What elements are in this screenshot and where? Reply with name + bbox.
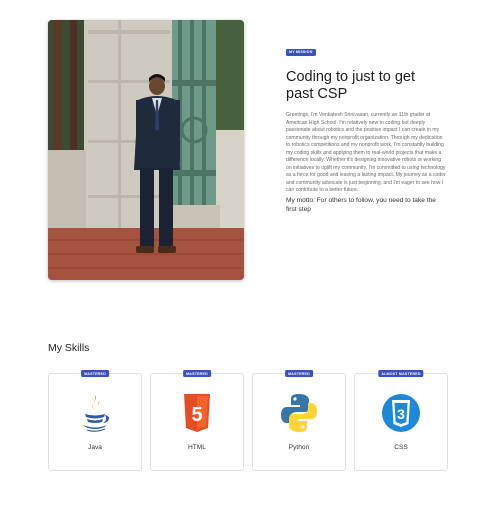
skill-name: Java — [88, 444, 102, 451]
mission-section: MY MISSION Coding to just to get past CS… — [286, 40, 446, 215]
page-title: Coding to just to get past CSP — [286, 69, 415, 102]
skill-card-css[interactable]: ALMOST MASTERED 3 CSS — [354, 370, 448, 471]
svg-text:5: 5 — [191, 404, 202, 426]
skill-name: HTML — [188, 444, 206, 451]
skill-card-java[interactable]: MASTERED Java — [48, 370, 142, 471]
profile-photo — [48, 20, 244, 280]
skill-card-html[interactable]: MASTERED 5 HTML — [150, 370, 244, 471]
skill-name: CSS — [394, 444, 408, 451]
skill-card-python[interactable]: MASTERED Python — [252, 370, 346, 471]
bio-paragraph: Greetings, I'm Venkatesh Srinivasan, cur… — [286, 112, 446, 193]
skill-status-badge: MASTERED — [285, 370, 313, 378]
skill-status-badge: MASTERED — [81, 370, 109, 378]
skill-status-badge: MASTERED — [183, 370, 211, 378]
skills-heading: My Skills — [48, 342, 90, 354]
html5-icon: 5 — [177, 392, 217, 434]
svg-text:3: 3 — [397, 406, 405, 422]
css3-icon: 3 — [381, 392, 421, 434]
java-icon — [75, 392, 115, 434]
mission-badge: MY MISSION — [286, 48, 316, 56]
skill-name: Python — [288, 444, 310, 451]
motto-text: My motto: For others to follow, you need… — [286, 196, 436, 214]
skill-status-badge: ALMOST MASTERED — [378, 370, 424, 378]
python-icon — [279, 392, 319, 434]
